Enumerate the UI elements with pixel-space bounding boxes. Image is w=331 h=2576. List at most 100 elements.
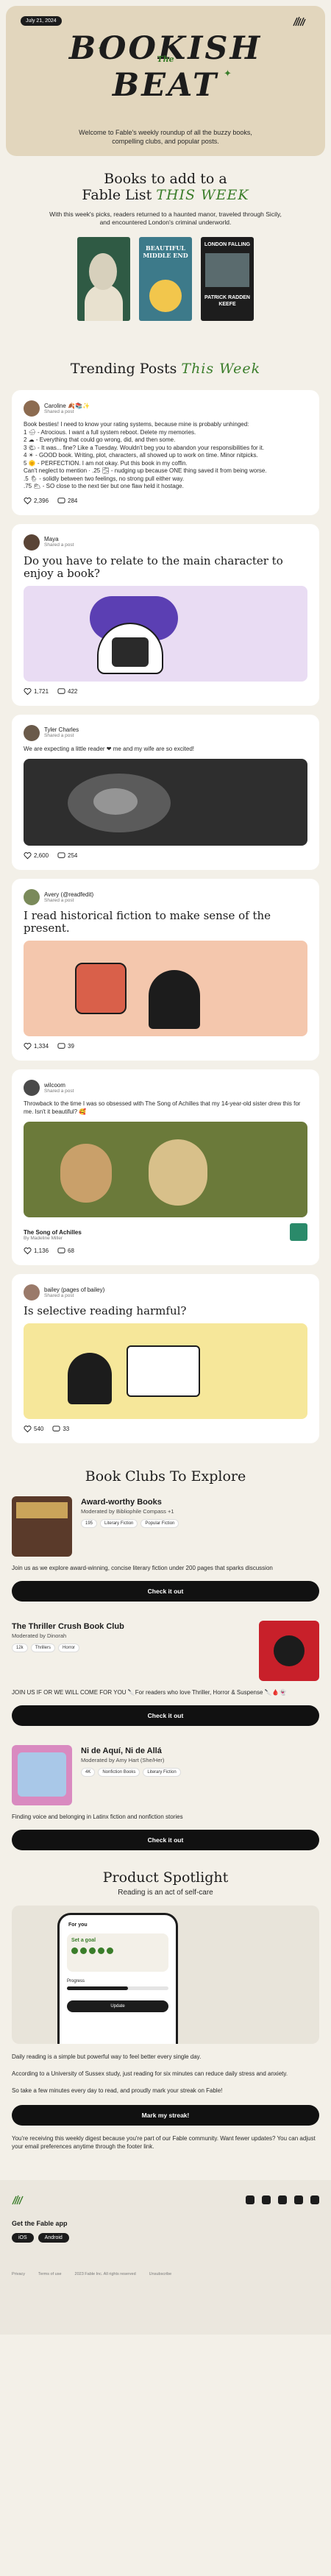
avatar[interactable] [24,400,40,417]
footer: Get the Fable app iOS Android Privacy Te… [0,2180,331,2335]
club-name[interactable]: Award-worthy Books [81,1498,179,1507]
linkedin-icon[interactable] [310,2195,319,2204]
club-description: Join us as we explore award-winning, con… [12,1565,273,1571]
club-tag: Popular Fiction [140,1519,179,1528]
post-illustration [24,585,307,682]
club-image[interactable] [12,1496,72,1557]
terms-link[interactable]: Terms of use [38,2272,61,2276]
post-card[interactable]: wilcoom Shared a post Throwback to the t… [12,1069,319,1265]
club-name[interactable]: The Thriller Crush Book Club [12,1622,124,1632]
like-button[interactable]: 1,136 [24,1247,49,1255]
unsubscribe-link[interactable]: Unsubscribe [149,2272,172,2276]
comment-button[interactable]: 422 [57,687,77,696]
comment-icon [57,1248,65,1253]
ios-store-button[interactable]: iOS [12,2233,34,2243]
post-illustration [24,1323,307,1419]
heart-icon [24,1426,32,1433]
book-title[interactable]: The Song of Achilles [24,1229,82,1236]
book-cover[interactable]: LONDON FALLING PATRICK RADDEN KEEFE [201,237,254,321]
post-card[interactable]: Tyler Charles Shared a post We are expec… [12,714,319,870]
post-card[interactable]: Maya Shared a post Do you have to relate… [12,523,319,706]
club-moderator: Moderated by Amy Hart (She/Her) [81,1757,165,1763]
date-badge: July 21, 2024 [21,16,62,26]
spotlight-title: Product Spotlight [102,1869,229,1886]
club-name[interactable]: Ni de Aquí, Ni de Allá [81,1747,181,1756]
tiktok-icon[interactable] [262,2195,271,2204]
like-button[interactable]: 1,721 [24,687,49,696]
comment-button[interactable]: 254 [57,852,77,860]
club-image[interactable] [12,1745,72,1805]
heart-icon [24,1043,32,1050]
check-it-out-button[interactable]: Check it out [12,1581,319,1602]
trending-section: Trending Posts This Week Caroline 🍂📚✨ Sh… [0,361,331,1443]
heart-icon [24,497,32,504]
privacy-link[interactable]: Privacy [12,2272,25,2276]
avatar[interactable] [24,1080,40,1096]
fable-logo-icon[interactable] [12,2195,25,2205]
mark-streak-button[interactable]: Mark my streak! [12,2105,319,2126]
club-card: Ni de Aquí, Ni de Allá Moderated by Amy … [12,1745,319,1850]
avatar[interactable] [24,724,40,741]
avatar[interactable] [24,889,40,905]
book-attachment[interactable]: The Song of Achilles By Madeline Miller [24,1223,307,1241]
user-badges: 🍂📚✨ [68,402,90,409]
heart-icon [24,852,32,860]
shared-label: Shared a post [44,897,74,903]
post-username[interactable]: wilcoom [44,1082,74,1089]
post-username[interactable]: bailey (pages of bailey) [44,1287,104,1293]
heart-icon [24,687,32,695]
club-description: Finding voice and belonging in Latinx fi… [12,1814,183,1820]
book-cover[interactable]: BEAUTIFUL MIDDLE END [139,237,192,321]
avatar[interactable] [24,1284,40,1301]
post-card[interactable]: Avery (@readfedit) Shared a post I read … [12,879,319,1061]
shared-label: Shared a post [44,408,74,414]
avatar[interactable] [24,534,40,551]
hero-title: BOOKISH BEAT [68,30,263,104]
instagram-icon[interactable] [246,2195,255,2204]
trending-title: Trending Posts This Week [70,361,261,377]
check-it-out-button[interactable]: Check it out [12,1830,319,1850]
youtube-icon[interactable] [294,2195,303,2204]
comment-button[interactable]: 284 [57,497,77,505]
club-tag: Literary Fiction [143,1768,181,1777]
like-button[interactable]: 2,396 [24,497,49,505]
book-thumbnail[interactable] [290,1223,307,1241]
comment-icon [57,1043,65,1049]
book-author: By Madeline Miller [24,1236,63,1241]
post-artwork [24,1122,307,1217]
spotlight-paragraph: Daily reading is a simple but powerful w… [12,2053,202,2060]
app-preview: For you Set a goal Progress Update [12,1906,319,2044]
x-icon[interactable] [278,2195,287,2204]
like-button[interactable]: 2,600 [24,852,49,860]
book-cover[interactable] [77,237,130,321]
post-username[interactable]: Avery (@readfedit) [44,891,93,898]
android-store-button[interactable]: Android [38,2233,69,2243]
comment-icon [52,1426,60,1432]
check-it-out-button[interactable]: Check it out [12,1705,319,1726]
post-headline: I read historical fiction to make sense … [24,909,271,935]
post-username[interactable]: Maya [44,536,74,542]
post-card[interactable]: Caroline 🍂📚✨ Shared a post Book besties!… [12,390,319,515]
spotlight-subtitle: Reading is an act of self-care [118,1889,213,1897]
club-moderator: Moderated by Bibliophile Compass +1 [81,1508,174,1515]
books-section-title: Books to add to a Fable List THIS WEEK [82,171,249,203]
comment-button[interactable]: 39 [57,1042,74,1050]
club-tag: Literary Fiction [100,1519,138,1528]
post-card[interactable]: bailey (pages of bailey) Shared a post I… [12,1274,319,1443]
digest-footnote: You're receiving this weekly digest beca… [12,2135,316,2150]
post-headline: Is selective reading harmful? [24,1304,187,1317]
post-illustration [24,941,307,1036]
club-image[interactable] [259,1621,319,1681]
books-section: Books to add to a Fable List THIS WEEK W… [0,156,331,321]
post-username[interactable]: Tyler Charles [44,726,79,733]
comment-button[interactable]: 68 [57,1247,74,1255]
fable-logo-icon [293,16,306,26]
post-username[interactable]: Caroline [44,403,66,409]
post-text: We are expecting a little reader ❤ me an… [24,745,194,752]
like-button[interactable]: 540 [24,1425,43,1433]
books-description: With this week's picks, readers returned… [49,210,282,226]
like-button[interactable]: 1,334 [24,1042,49,1050]
club-description: JOIN US IF OR WE WILL COME FOR YOU 🔪For … [12,1689,287,1696]
spotlight-paragraph: So take a few minutes every day to read,… [12,2087,223,2094]
comment-button[interactable]: 33 [52,1425,69,1433]
